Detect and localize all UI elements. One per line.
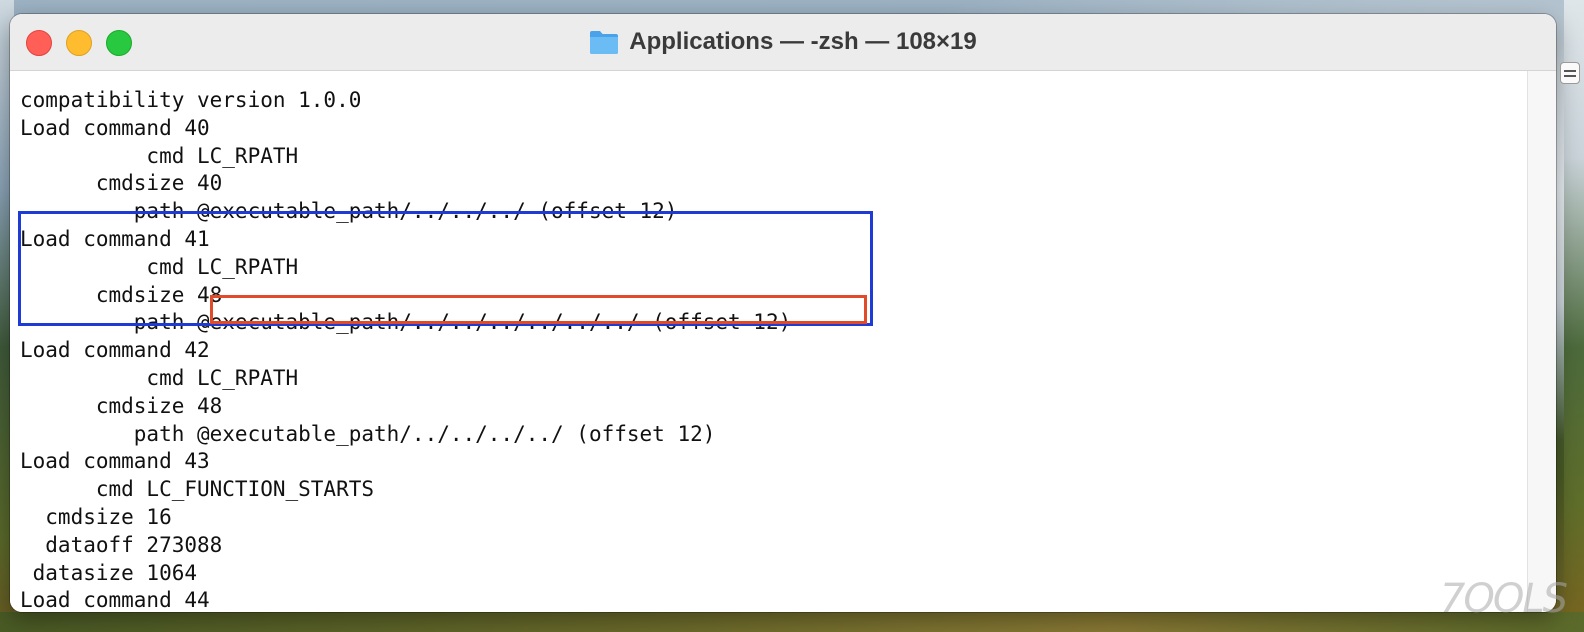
terminal-line: cmdsize 16 xyxy=(20,504,172,529)
window-title: Applications — -zsh — 108×19 xyxy=(629,28,977,55)
terminal-line: dataoff 273088 xyxy=(20,532,223,557)
terminal-line: Load command 42 xyxy=(20,338,210,363)
vertical-scrollbar[interactable] xyxy=(1527,71,1556,612)
marks-menu-button[interactable] xyxy=(1560,62,1580,84)
terminal-line: cmdsize 40 xyxy=(20,171,223,196)
terminal-line: datasize 1064 xyxy=(20,560,198,585)
desktop-wallpaper-right xyxy=(1564,0,1584,632)
menu-line-icon xyxy=(1564,69,1576,72)
terminal-line: path @executable_path/../../../../ (offs… xyxy=(20,421,716,446)
highlight-box-rpath-value xyxy=(210,295,867,324)
terminal-line: cmd LC_RPATH xyxy=(20,143,299,168)
terminal-line: Load command 44 xyxy=(20,588,210,612)
title-bar[interactable]: Applications — -zsh — 108×19 xyxy=(10,14,1556,71)
window-title-group: Applications — -zsh — 108×19 xyxy=(10,14,1556,70)
terminal-line: compatibility version 1.0.0 xyxy=(20,88,362,112)
terminal-line: Load command 40 xyxy=(20,115,210,140)
menu-line-icon xyxy=(1564,74,1576,77)
terminal-line: cmd LC_RPATH xyxy=(20,365,299,390)
terminal-output[interactable]: compatibility version 1.0.0 Load command… xyxy=(10,71,1528,612)
terminal-line: cmdsize 48 xyxy=(20,393,223,418)
folder-icon xyxy=(590,31,619,54)
desktop-wallpaper-bottom xyxy=(0,612,1584,632)
terminal-line: cmd LC_FUNCTION_STARTS xyxy=(20,477,375,502)
terminal-line: Load command 43 xyxy=(20,449,210,474)
watermark-logo: 7OOLS xyxy=(1439,576,1568,622)
